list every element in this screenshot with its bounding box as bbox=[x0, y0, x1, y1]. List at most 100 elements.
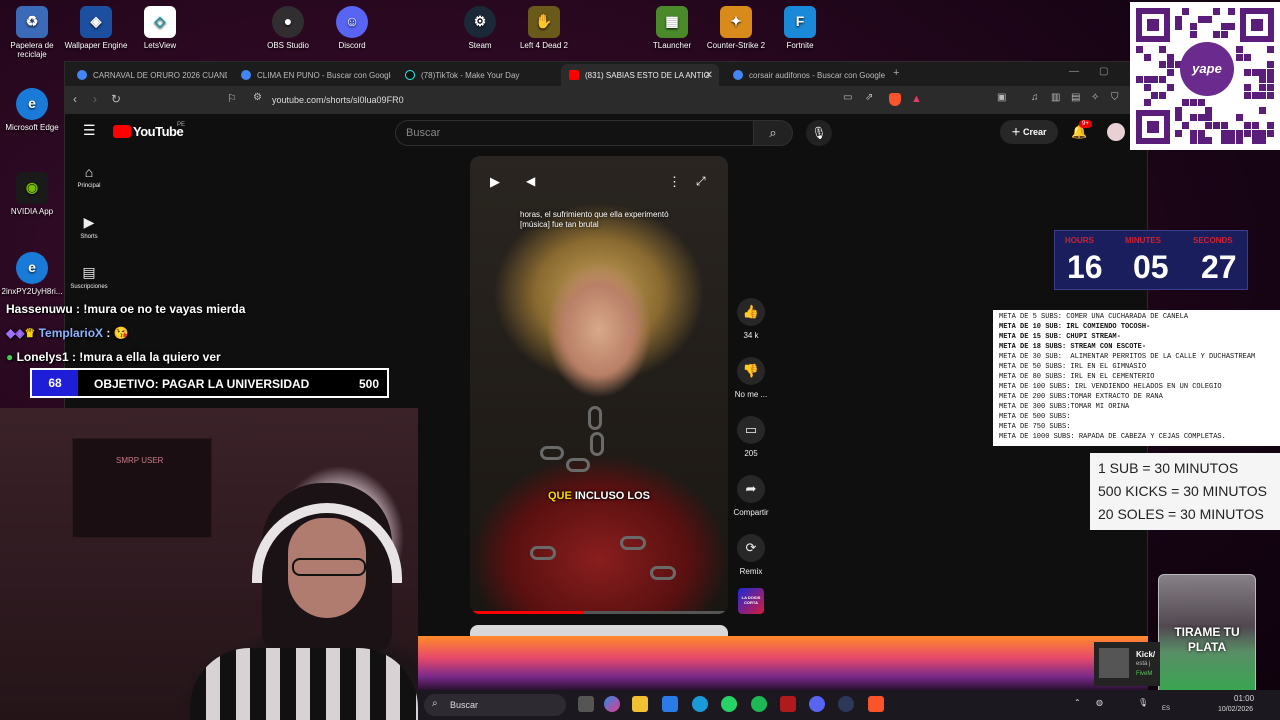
taskbar-search-input[interactable]: Buscar bbox=[424, 694, 566, 716]
qr-module bbox=[1174, 129, 1182, 137]
edge-taskbar-icon[interactable] bbox=[692, 696, 708, 712]
search-input[interactable]: Buscar bbox=[395, 120, 753, 146]
copilot-icon[interactable] bbox=[604, 696, 620, 712]
chain-decoration bbox=[620, 536, 646, 550]
chat-username: Lonelys1 bbox=[16, 350, 69, 364]
sidebar-item-principal[interactable]: ⌂ Principal bbox=[65, 164, 113, 189]
desktop-icon-nvidia[interactable]: ◉ NVIDIA App bbox=[0, 172, 67, 217]
timer-seconds-label: SECONDS bbox=[1193, 236, 1233, 245]
mic-icon[interactable]: 🎙 bbox=[806, 120, 832, 146]
desktop-icon-cs2[interactable]: ✦ Counter-Strike 2 bbox=[701, 6, 771, 51]
desktop-icon-discord[interactable]: ☺ Discord bbox=[317, 6, 387, 51]
desktop-icon-label: Steam bbox=[468, 41, 492, 50]
chevron-up-icon[interactable]: ⌃ bbox=[1074, 698, 1081, 707]
share-page-icon[interactable]: ⇗ bbox=[865, 92, 873, 103]
sidebar-item-subscriptions[interactable]: ▤ Suscripciones bbox=[65, 264, 113, 290]
youtube-logo[interactable]: YouTube bbox=[133, 124, 184, 139]
bookmark-icon[interactable]: ⚐ bbox=[227, 92, 237, 105]
qr-module bbox=[1266, 61, 1274, 69]
dislike-button[interactable]: 👎 No me ... bbox=[725, 357, 777, 399]
lang-label[interactable]: ES bbox=[1162, 706, 1170, 712]
like-button[interactable]: 👍 34 k bbox=[725, 298, 777, 340]
file-explorer-icon[interactable] bbox=[632, 696, 648, 712]
tab-clima[interactable]: CLIMA EN PUNO - Buscar con Google bbox=[233, 64, 391, 86]
desktop-icon-obs[interactable]: ● OBS Studio bbox=[253, 6, 323, 51]
network-icon[interactable]: ◍ bbox=[1096, 698, 1103, 707]
screen-icon[interactable]: ▭ bbox=[843, 92, 852, 103]
desktop-icon-steam[interactable]: ⚙ Steam bbox=[445, 6, 515, 51]
desktop-icon-recycle-bin[interactable]: ♻ Papelera de reciclaje bbox=[0, 6, 67, 60]
play-icon[interactable]: ▶ bbox=[490, 174, 500, 190]
minimize-icon[interactable]: — bbox=[1069, 66, 1079, 77]
share-button[interactable]: ➦ Compartir bbox=[725, 475, 777, 517]
desktop-icon-file[interactable]: e 2inxPY2UyH8ri... bbox=[0, 252, 67, 297]
youtube-logo-icon[interactable] bbox=[113, 125, 131, 138]
desktop-icon-edge[interactable]: e Microsoft Edge bbox=[0, 88, 67, 133]
qr-module bbox=[1205, 15, 1213, 23]
next-video-preview[interactable] bbox=[470, 625, 728, 636]
tab-corsair[interactable]: corsair audifonos - Buscar con Google bbox=[725, 64, 885, 86]
comment-icon: ▭ bbox=[737, 416, 765, 444]
wallet-icon[interactable]: ▤ bbox=[1071, 92, 1080, 103]
taskbar: Buscar ⌕ ⌃ ◍ 🎙 ES 01:00 10/02/2026 bbox=[418, 690, 1280, 720]
comments-button[interactable]: ▭ 205 bbox=[725, 416, 777, 458]
tab-carnaval[interactable]: CARNAVAL DE ORURO 2026 CUANDO bbox=[69, 64, 227, 86]
sub-goal-line: META DE 50 SUBS: IRL EN EL GIMNASIO bbox=[999, 363, 1147, 371]
site-info-icon[interactable]: ⚙ bbox=[253, 92, 262, 103]
whatsapp-icon[interactable] bbox=[721, 696, 737, 712]
vpn-icon[interactable]: ⛉ bbox=[1111, 92, 1119, 103]
brave-taskbar-icon[interactable] bbox=[868, 696, 884, 712]
kick-notification[interactable]: Kick/ está j FiveM bbox=[1094, 642, 1160, 686]
tiktok-icon bbox=[405, 70, 415, 80]
chat-message: Hassenuwu : !mura oe no te vayas mierda bbox=[6, 302, 246, 316]
volume-icon[interactable]: ◀ bbox=[526, 174, 535, 188]
desktop-icon-wallpaper-engine[interactable]: ◈ Wallpaper Engine bbox=[61, 6, 131, 51]
back-icon[interactable]: ‹ bbox=[73, 92, 77, 106]
reader-icon[interactable]: ▣ bbox=[997, 92, 1006, 103]
comment-count: 205 bbox=[744, 449, 758, 458]
qr-module bbox=[1151, 91, 1159, 99]
desktop-icon-l4d2[interactable]: ✋ Left 4 Dead 2 bbox=[509, 6, 579, 51]
discord-taskbar-icon[interactable] bbox=[809, 696, 825, 712]
maximize-icon[interactable]: ▢ bbox=[1099, 66, 1108, 77]
avatar[interactable] bbox=[1107, 123, 1125, 141]
close-tab-icon[interactable]: ✕ bbox=[705, 70, 713, 81]
tab-youtube[interactable]: (831) SABIAS ESTO DE LA ANTIG ✕ bbox=[561, 64, 719, 86]
search-icon[interactable]: ⌕ bbox=[753, 120, 793, 146]
url-field[interactable]: youtube.com/shorts/sl0lua09FR0 bbox=[272, 95, 404, 105]
qr-module bbox=[1182, 122, 1190, 129]
mic-tray-icon[interactable]: 🎙 bbox=[1138, 698, 1148, 707]
create-label: Crear bbox=[1023, 127, 1047, 137]
menu-icon[interactable]: ☰ bbox=[83, 122, 96, 139]
game-icon[interactable] bbox=[780, 696, 796, 712]
video-progress-bar[interactable] bbox=[470, 611, 728, 614]
desktop-icon-letsview[interactable]: ◇ LetsView bbox=[125, 6, 195, 51]
store-icon[interactable] bbox=[662, 696, 678, 712]
more-options-icon[interactable]: ⋮ bbox=[668, 174, 681, 190]
spotify-icon[interactable] bbox=[751, 696, 767, 712]
tab-tiktok[interactable]: (78)TikTok - Make Your Day bbox=[397, 64, 555, 86]
brave-rewards-icon[interactable]: ▲ bbox=[911, 93, 922, 105]
reload-icon[interactable]: ↻ bbox=[111, 92, 121, 106]
brave-shield-icon[interactable] bbox=[889, 93, 901, 106]
tab-bar: CARNAVAL DE ORURO 2026 CUANDO CLIMA EN P… bbox=[65, 62, 1147, 86]
short-video-player[interactable]: ▶ ◀ ⋮ ⤢ horas, el sufrimiento que ella e… bbox=[470, 156, 728, 614]
ai-icon[interactable]: ✧ bbox=[1091, 92, 1099, 103]
create-button[interactable]: ＋ Crear bbox=[1000, 120, 1058, 144]
desktop-icon-fortnite[interactable]: F Fortnite bbox=[765, 6, 835, 51]
task-view-icon[interactable] bbox=[578, 696, 594, 712]
sidebar-icon[interactable]: ▥ bbox=[1051, 92, 1060, 103]
new-tab-icon[interactable]: + bbox=[893, 67, 899, 79]
desktop-icon-label: Left 4 Dead 2 bbox=[519, 41, 569, 50]
music-icon[interactable]: ♫ bbox=[1031, 92, 1039, 103]
clock-date[interactable]: 10/02/2026 bbox=[1218, 706, 1253, 713]
youtube-icon bbox=[569, 70, 579, 80]
channel-avatar[interactable]: LA DOSIS CORTA bbox=[738, 588, 764, 614]
remix-button[interactable]: ⟳ Remix bbox=[725, 534, 777, 576]
sidebar-item-shorts[interactable]: ▶ Shorts bbox=[65, 214, 113, 240]
forward-icon[interactable]: › bbox=[93, 92, 97, 106]
steam-taskbar-icon[interactable] bbox=[838, 696, 854, 712]
desktop-icon-tlauncher[interactable]: ▦ TLauncher bbox=[637, 6, 707, 51]
fullscreen-icon[interactable]: ⤢ bbox=[696, 174, 706, 189]
clock-time[interactable]: 01:00 bbox=[1234, 694, 1254, 703]
